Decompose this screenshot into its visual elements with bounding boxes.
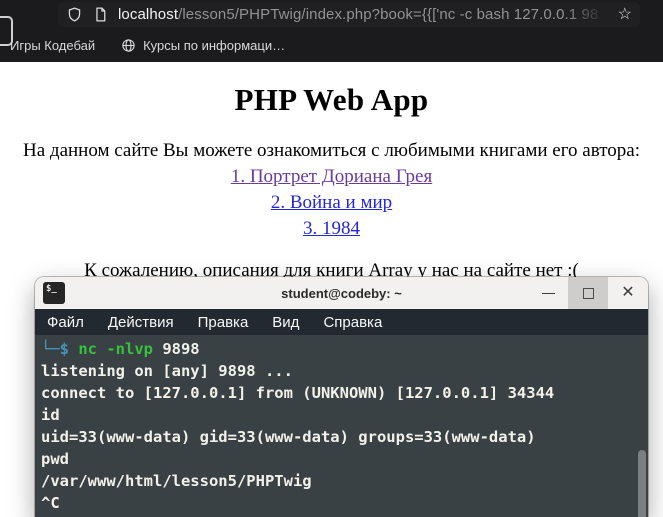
terminal-prompt-line: └─$ nc -nlvp 9898 [41, 338, 648, 360]
maximize-icon [582, 287, 594, 299]
terminal-output-line: uid=33(www-data) gid=33(www-data) groups… [41, 428, 536, 446]
terminal-output-line: id [41, 406, 60, 424]
menu-actions[interactable]: Действия [108, 314, 174, 331]
bookmark-item-courses[interactable]: Курсы по информаци… [121, 38, 285, 53]
terminal-window[interactable]: $_ student@codeby: ~ ✕ Файл Действия Пра… [35, 277, 648, 517]
url-host: localhost [118, 5, 179, 23]
terminal-output-line: pwd [41, 450, 69, 468]
bookmark-label: Курсы по информаци… [143, 37, 286, 53]
browser-chrome: localhost/lesson5/PHPTwig/index.php?book… [0, 0, 663, 62]
bookmark-item-codeby-games[interactable]: Игры Кодебай [10, 38, 95, 53]
shell-command: nc -nlvp [78, 340, 153, 358]
globe-icon [122, 38, 135, 52]
terminal-window-controls: ✕ [528, 277, 648, 309]
terminal-app-icon: $_ [43, 282, 65, 304]
menu-view[interactable]: Вид [272, 314, 299, 331]
shell-command-arg: 9898 [152, 340, 200, 358]
url-bar[interactable]: localhost/lesson5/PHPTwig/index.php?book… [58, 2, 640, 27]
intro-text: На данном сайте Вы можете ознакомиться с… [23, 140, 640, 161]
terminal-output-line: /var/www/html/lesson5/PHPTwig [41, 472, 312, 490]
minimize-icon [541, 292, 555, 294]
close-icon: ✕ [621, 284, 635, 301]
shell-prompt: └─$ [41, 340, 79, 358]
bookmarks-bar: Игры Кодебай Курсы по информаци… [0, 28, 663, 62]
bookmark-label: Игры Кодебай [10, 37, 96, 53]
maximize-button[interactable] [568, 277, 608, 309]
book-link-list: 1. Портрет Дориана Грея 2. Война и мир 3… [0, 164, 663, 243]
terminal-menubar: Файл Действия Правка Вид Справка [35, 309, 648, 335]
terminal-output-line: ^C [41, 494, 60, 512]
book-link-1984[interactable]: 3. 1984 [0, 216, 663, 242]
close-button[interactable]: ✕ [608, 277, 648, 309]
menu-edit[interactable]: Правка [198, 314, 249, 331]
page-icon[interactable] [92, 6, 109, 23]
book-link-dorian-gray[interactable]: 1. Портрет Дориана Грея [0, 164, 663, 190]
terminal-output-line: listening on [any] 9898 ... [41, 362, 293, 380]
terminal-scrollbar-thumb[interactable] [638, 450, 646, 517]
browser-toolbar: localhost/lesson5/PHPTwig/index.php?book… [0, 0, 663, 46]
url-path: /lesson5/PHPTwig/index.php?book={{['nc -… [178, 5, 599, 23]
terminal-titlebar[interactable]: $_ student@codeby: ~ ✕ [35, 277, 648, 309]
menu-file[interactable]: Файл [47, 314, 84, 331]
terminal-output-line: connect to [127.0.0.1] from (UNKNOWN) [1… [41, 384, 555, 402]
bookmark-star-icon[interactable]: ☆ [618, 6, 632, 23]
url-text[interactable]: localhost/lesson5/PHPTwig/index.php?book… [118, 4, 612, 25]
book-link-war-and-peace[interactable]: 2. Война и мир [0, 190, 663, 216]
menu-help[interactable]: Справка [323, 314, 382, 331]
minimize-button[interactable] [528, 277, 568, 309]
page-title: PHP Web App [234, 82, 429, 117]
shield-icon[interactable] [66, 6, 83, 23]
terminal-output-area[interactable]: └─$ nc -nlvp 9898 listening on [any] 989… [35, 335, 648, 517]
